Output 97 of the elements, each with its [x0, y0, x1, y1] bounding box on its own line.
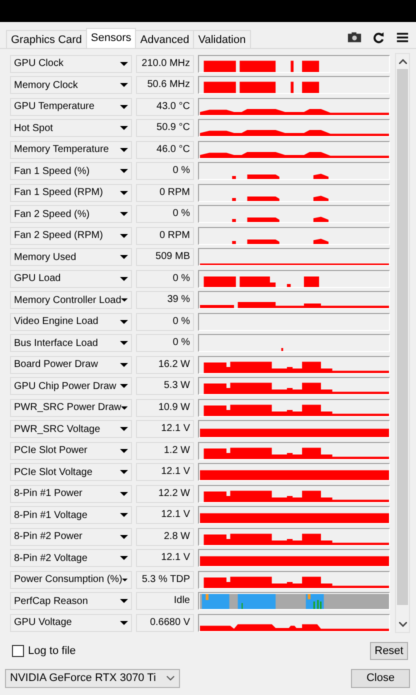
dropdown-arrow-icon: [120, 513, 128, 518]
dropdown-arrow-icon: [120, 255, 128, 260]
scrollbar[interactable]: [395, 53, 410, 633]
sensor-value: 10.9 W: [136, 398, 194, 417]
sensor-value: 0.6680 V: [136, 614, 194, 632]
sensor-dropdown[interactable]: Fan 2 Speed (RPM): [10, 226, 132, 245]
tab[interactable]: Validation: [193, 30, 251, 48]
dropdown-arrow-icon: [120, 62, 128, 66]
sensor-value: 46.0 °C: [136, 140, 194, 159]
sensor-dropdown[interactable]: Video Engine Load: [10, 312, 132, 331]
sensor-value: Idle: [136, 592, 194, 610]
sensor-value: 210.0 MHz: [136, 54, 194, 73]
tab[interactable]: Graphics Card: [6, 30, 87, 48]
sensor-value: 0 RPM: [136, 226, 194, 245]
sensor-dropdown[interactable]: PCIe Slot Voltage: [10, 463, 132, 482]
dropdown-arrow-icon: [120, 148, 128, 152]
scroll-up-icon[interactable]: [398, 59, 407, 64]
dropdown-arrow-icon: [120, 341, 128, 346]
dropdown-arrow-icon: [120, 126, 128, 130]
checkbox[interactable]: [12, 645, 24, 657]
sensor-dropdown[interactable]: PWR_SRC Power Draw: [10, 398, 132, 417]
sensor-dropdown[interactable]: Fan 2 Speed (%): [10, 205, 132, 224]
scrollbar-thumb[interactable]: [397, 69, 408, 605]
sensor-value: 0 %: [136, 162, 194, 180]
sensor-value: 2.8 W: [136, 528, 194, 546]
reset-button[interactable]: Reset: [370, 642, 408, 660]
tab[interactable]: Sensors: [86, 28, 136, 48]
sensor-dropdown[interactable]: Power Consumption (%): [10, 570, 132, 589]
dropdown-arrow-icon: [120, 427, 128, 432]
dropdown-arrow-icon: [120, 320, 128, 324]
dropdown-arrow-icon: [120, 83, 128, 88]
sensor-value: 0 %: [136, 312, 194, 331]
dropdown-arrow-icon: [121, 298, 128, 302]
sensor-dropdown[interactable]: GPU Voltage: [10, 614, 132, 632]
sensor-value: 0 RPM: [136, 184, 194, 202]
sensor-value: 509 MB: [136, 248, 194, 266]
dropdown-arrow-icon: [120, 190, 128, 195]
sensor-value: 12.1 V: [136, 549, 194, 568]
dropdown-arrow-icon: [120, 448, 128, 453]
sensor-dropdown[interactable]: Memory Temperature: [10, 140, 132, 159]
sensor-value: 12.1 V: [136, 420, 194, 438]
dropdown-arrow-icon: [120, 492, 128, 496]
refresh-icon[interactable]: [371, 31, 386, 44]
dropdown-arrow-icon: [120, 169, 128, 174]
sensor-dropdown[interactable]: PCIe Slot Power: [10, 442, 132, 460]
sensor-dropdown[interactable]: GPU Chip Power Draw: [10, 377, 132, 396]
sensor-dropdown[interactable]: 8-Pin #2 Power: [10, 528, 132, 546]
dropdown-arrow-icon: [120, 556, 128, 560]
dropdown-arrow-icon: [120, 384, 128, 388]
sensor-value: 43.0 °C: [136, 98, 194, 116]
dropdown-arrow-icon: [120, 534, 128, 539]
dropdown-arrow-icon: [121, 406, 128, 410]
dropdown-arrow-icon: [120, 362, 128, 367]
sensor-dropdown[interactable]: 8-Pin #2 Voltage: [10, 549, 132, 568]
sensor-value: 50.6 MHz: [136, 76, 194, 94]
dropdown-arrow-icon: [122, 578, 128, 582]
sensor-value: 39 %: [136, 291, 194, 310]
sensor-value: 5.3 W: [136, 377, 194, 396]
sensor-value: 0 %: [136, 205, 194, 224]
sensor-value: 50.9 °C: [136, 119, 194, 138]
gpu-select[interactable]: NVIDIA GeForce RTX 3070 Ti: [5, 668, 180, 688]
sensor-dropdown[interactable]: GPU Clock: [10, 54, 132, 73]
sensor-dropdown[interactable]: PWR_SRC Voltage: [10, 420, 132, 438]
sensor-dropdown[interactable]: Memory Clock: [10, 76, 132, 94]
dropdown-arrow-icon: [120, 599, 128, 604]
dropdown-arrow-icon: [120, 620, 128, 625]
dropdown-arrow-icon: [120, 104, 128, 109]
sensor-dropdown[interactable]: GPU Load: [10, 270, 132, 288]
sensor-dropdown[interactable]: Fan 1 Speed (%): [10, 162, 132, 180]
menu-icon[interactable]: [395, 31, 410, 44]
dropdown-arrow-icon: [120, 276, 128, 281]
sensor-value: 0 %: [136, 334, 194, 352]
chevron-down-icon: [166, 675, 175, 681]
sensor-value: 1.2 W: [136, 442, 194, 460]
sensor-value: 5.3 % TDP: [136, 570, 194, 589]
sensor-dropdown[interactable]: PerfCap Reason: [10, 592, 132, 610]
sensor-dropdown[interactable]: GPU Temperature: [10, 98, 132, 116]
sensor-value: 12.1 V: [136, 506, 194, 524]
dropdown-arrow-icon: [120, 470, 128, 474]
sensor-value: 0 %: [136, 270, 194, 288]
dropdown-arrow-icon: [120, 234, 128, 238]
sensor-dropdown[interactable]: Memory Controller Load: [10, 291, 132, 310]
sensor-dropdown[interactable]: Hot Spot: [10, 119, 132, 138]
camera-icon[interactable]: [347, 31, 362, 44]
sensor-dropdown[interactable]: Fan 1 Speed (RPM): [10, 184, 132, 202]
checkbox-label: Log to file: [28, 645, 76, 657]
sensor-dropdown[interactable]: 8-Pin #1 Power: [10, 484, 132, 503]
sensor-value: 12.2 W: [136, 484, 194, 503]
sensor-dropdown[interactable]: Board Power Draw: [10, 356, 132, 374]
close-button[interactable]: Close: [351, 668, 410, 688]
sensor-dropdown[interactable]: 8-Pin #1 Voltage: [10, 506, 132, 524]
sensor-value: 12.1 V: [136, 463, 194, 482]
scroll-down-icon[interactable]: [398, 622, 407, 627]
sensor-dropdown[interactable]: Bus Interface Load: [10, 334, 132, 352]
sensor-value: 16.2 W: [136, 356, 194, 374]
sensor-dropdown[interactable]: Memory Used: [10, 248, 132, 266]
dropdown-arrow-icon: [120, 212, 128, 216]
